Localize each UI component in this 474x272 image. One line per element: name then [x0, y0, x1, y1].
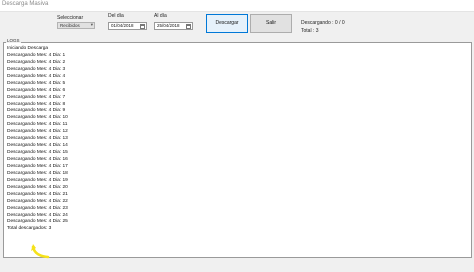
logs-listbox[interactable]: LOGS Iniciando Descarga Descargando Mes:…: [3, 38, 472, 258]
total-status: Total : 3: [301, 28, 319, 34]
log-line: Descargando Mes: 4 Dia: 17: [7, 163, 68, 169]
log-line: Descargando Mes: 4 Dia: 22: [7, 198, 68, 204]
log-line: Descargando Mes: 4 Dia: 2: [7, 59, 66, 65]
salir-button[interactable]: Salir: [250, 14, 292, 33]
log-line: Descargando Mes: 4 Dia: 20: [7, 184, 68, 190]
descargando-status: Descargando : 0 / 0: [301, 20, 345, 26]
log-line: Descargando Mes: 4 Dia: 1: [7, 52, 66, 58]
calendar-icon[interactable]: [140, 24, 145, 29]
log-line: Descargando Mes: 4 Dia: 21: [7, 191, 68, 197]
log-line: Descargando Mes: 4 Dia: 4: [7, 73, 66, 79]
log-line: Descargando Mes: 4 Dia: 7: [7, 94, 66, 100]
del-dia-value: 01/04/2018: [111, 23, 134, 28]
chevron-down-icon: ▾: [90, 22, 93, 27]
del-dia-label: Del día: [108, 13, 124, 19]
window-title: Descarga Masiva: [2, 1, 49, 7]
tipo-select[interactable]: Recibidos ▾: [57, 22, 95, 29]
log-lines: Iniciando Descarga Descargando Mes: 4 Di…: [7, 46, 68, 233]
al-dia-label: Al día: [154, 13, 167, 19]
log-line: Descargando Mes: 4 Dia: 3: [7, 66, 66, 72]
log-line: Iniciando Descarga: [7, 46, 49, 51]
log-line: Descargando Mes: 4 Dia: 16: [7, 157, 68, 162]
log-line: Descargando Mes: 4 Dia: 15: [7, 150, 68, 156]
al-dia-datepicker[interactable]: 25/04/2018: [154, 22, 193, 30]
seleccionar-label: Seleccionar: [57, 15, 84, 21]
bottom-bar: [0, 259, 474, 272]
logs-group-label: LOGS: [6, 38, 21, 43]
al-dia-value: 25/04/2018: [157, 23, 180, 28]
log-line: Descargando Mes: 4 Dia: 6: [7, 87, 66, 93]
descargar-button[interactable]: Descargar: [206, 14, 248, 33]
title-bar: Descarga Masiva: [0, 0, 474, 12]
del-dia-datepicker[interactable]: 01/04/2018: [108, 22, 147, 30]
log-line: Descargando Mes: 4 Dia: 5: [7, 80, 66, 86]
log-line: Total descargados: 3: [7, 226, 52, 232]
log-line: Descargando Mes: 4 Dia: 19: [7, 177, 68, 183]
tipo-select-value: Recibidos: [60, 23, 80, 28]
log-line: Descargando Mes: 4 Dia: 23: [7, 205, 68, 211]
calendar-icon[interactable]: [186, 24, 191, 29]
yellow-arrow-annotation: [31, 244, 50, 259]
log-line: Descargando Mes: 4 Dia: 18: [7, 170, 68, 176]
